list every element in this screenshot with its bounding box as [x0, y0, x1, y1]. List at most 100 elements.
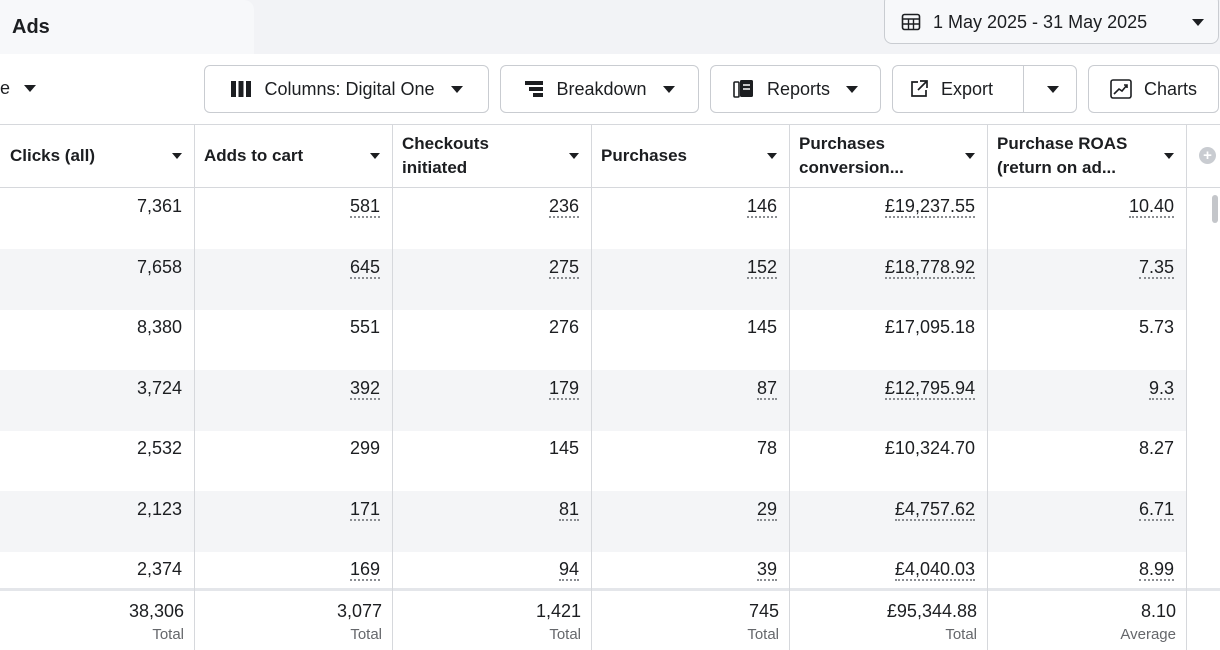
adds-to-cart-cell[interactable]: 171: [194, 498, 392, 525]
tab-ads[interactable]: Ads: [0, 0, 254, 54]
header-checkouts-initiated[interactable]: Checkouts initiated: [392, 125, 591, 187]
conversion-value-cell[interactable]: £19,237.55: [789, 196, 987, 222]
table-row[interactable]: 3,724 392 179 87 £12,795.94 9.3: [0, 369, 1186, 431]
conversion-value-cell[interactable]: £4,040.03: [789, 559, 987, 585]
cell-value: 2,374: [136, 559, 182, 579]
cell-value: 146: [746, 196, 777, 218]
vertical-scrollbar[interactable]: [1212, 195, 1218, 223]
adds-to-cart-cell[interactable]: 645: [194, 256, 392, 283]
split-divider: [1023, 66, 1024, 112]
roas-cell[interactable]: 8.99: [987, 559, 1186, 585]
reports-button[interactable]: Reports: [710, 65, 881, 113]
sort-caret-icon[interactable]: [370, 153, 380, 159]
columns-button-label: Columns: Digital One: [264, 78, 435, 99]
export-split-button: Export: [892, 65, 1077, 113]
total-cell: 745 Total: [591, 601, 789, 643]
total-label: Total: [945, 626, 977, 643]
roas-cell[interactable]: 6.71: [987, 498, 1186, 525]
adds-to-cart-cell[interactable]: 581: [194, 196, 392, 222]
purchases-cell[interactable]: 29: [591, 498, 789, 525]
roas-cell[interactable]: 7.35: [987, 256, 1186, 283]
cell-value: 581: [349, 196, 380, 218]
header-purchase-roas[interactable]: Purchase ROAS (return on ad...: [987, 125, 1186, 187]
header-label-line2: (return on ad...: [997, 158, 1116, 177]
roas-cell[interactable]: 9.3: [987, 377, 1186, 404]
breakdown-button-label: Breakdown: [556, 78, 647, 99]
total-cell: £95,344.88 Total: [789, 601, 987, 643]
date-range-label: 1 May 2025 - 31 May 2025: [933, 11, 1148, 32]
cell-value: 275: [548, 256, 579, 279]
total-value: 1,421: [535, 601, 581, 621]
truncated-dropdown-label: e: [0, 78, 11, 98]
cell-value: 39: [756, 559, 777, 581]
cell-value: 10.40: [1128, 196, 1174, 218]
column-divider[interactable]: [591, 125, 592, 650]
header-purchases-conversion[interactable]: Purchases conversion...: [789, 125, 987, 187]
header-adds-to-cart[interactable]: Adds to cart: [194, 125, 392, 187]
checkouts-cell[interactable]: 94: [392, 559, 591, 585]
chevron-down-icon: [450, 85, 463, 93]
date-range-picker[interactable]: 1 May 2025 - 31 May 2025: [884, 0, 1219, 44]
sort-caret-icon[interactable]: [1164, 153, 1174, 159]
roas-cell[interactable]: 10.40: [987, 196, 1186, 222]
sort-caret-icon[interactable]: [569, 153, 579, 159]
cell-value: 169: [349, 559, 380, 581]
adds-to-cart-cell: 299: [194, 438, 392, 464]
cell-value: 171: [349, 498, 380, 521]
table-row[interactable]: 8,380 551 276 145 £17,095.18 5.73: [0, 309, 1186, 370]
purchases-cell[interactable]: 146: [591, 196, 789, 222]
total-label: Total: [350, 626, 382, 643]
header-label: Checkouts initiated: [402, 132, 489, 180]
toolbar: e Columns: Digital One Breakdown Reports: [0, 54, 1220, 124]
conversion-value-cell[interactable]: £4,757.62: [789, 498, 987, 525]
clicks-cell: 2,374: [0, 559, 194, 585]
checkouts-cell[interactable]: 179: [392, 377, 591, 404]
header-clicks-all[interactable]: Clicks (all): [0, 125, 194, 187]
export-button-label[interactable]: Export: [941, 79, 993, 100]
charts-button[interactable]: Charts: [1088, 65, 1219, 113]
total-label: Total: [549, 626, 581, 643]
adds-to-cart-cell[interactable]: 392: [194, 377, 392, 404]
sort-caret-icon[interactable]: [172, 153, 182, 159]
conversion-value-cell[interactable]: £12,795.94: [789, 377, 987, 404]
truncated-dropdown[interactable]: e: [0, 78, 37, 99]
reports-button-label: Reports: [766, 78, 831, 99]
header-label-line1: Clicks (all): [10, 146, 96, 166]
cell-value: 8.99: [1138, 559, 1174, 581]
roas-cell: 8.27: [987, 438, 1186, 464]
column-divider[interactable]: [1186, 125, 1187, 650]
purchases-cell[interactable]: 152: [591, 256, 789, 283]
checkouts-cell[interactable]: 275: [392, 256, 591, 283]
table-row[interactable]: 2,532 299 145 78 £10,324.70 8.27: [0, 430, 1186, 491]
column-divider[interactable]: [789, 125, 790, 650]
export-dropdown-icon[interactable]: [1047, 86, 1059, 93]
column-divider[interactable]: [194, 125, 195, 650]
total-label: Average: [1120, 626, 1176, 643]
purchases-cell[interactable]: 87: [591, 377, 789, 404]
cell-value: £19,237.55: [884, 196, 975, 218]
purchases-cell[interactable]: 39: [591, 559, 789, 585]
conversion-value-cell[interactable]: £18,778.92: [789, 256, 987, 283]
cell-value: 5.73: [1138, 317, 1174, 337]
checkouts-cell[interactable]: 236: [392, 196, 591, 222]
totals-row: 38,306 Total 3,077 Total 1,421 Total 745 Total £…: [0, 588, 1220, 650]
header-label-line1: Adds to cart: [204, 146, 304, 166]
table-row[interactable]: 7,361 581 236 146 £19,237.55 10.40: [0, 188, 1186, 249]
clicks-cell: 2,123: [0, 499, 194, 525]
header-purchases[interactable]: Purchases: [591, 125, 789, 187]
checkouts-cell[interactable]: 81: [392, 498, 591, 525]
column-divider[interactable]: [987, 125, 988, 650]
table-header: Clicks (all) Adds to cart Checkouts initiat…: [0, 125, 1220, 188]
total-cell: 1,421 Total: [392, 601, 591, 643]
columns-button[interactable]: Columns: Digital One: [204, 65, 489, 113]
column-divider[interactable]: [392, 125, 393, 650]
sort-caret-icon[interactable]: [767, 153, 777, 159]
table-row[interactable]: 7,658 645 275 152 £18,778.92 7.35: [0, 248, 1186, 310]
table-row[interactable]: 2,123 171 81 29 £4,757.62 6.71: [0, 490, 1186, 552]
header-label-line2: initiated: [402, 158, 468, 177]
breakdown-button[interactable]: Breakdown: [500, 65, 699, 113]
sort-caret-icon[interactable]: [965, 153, 975, 159]
add-column-icon[interactable]: +: [1199, 147, 1216, 164]
adds-to-cart-cell[interactable]: 169: [194, 559, 392, 585]
chevron-down-icon: [846, 85, 859, 93]
